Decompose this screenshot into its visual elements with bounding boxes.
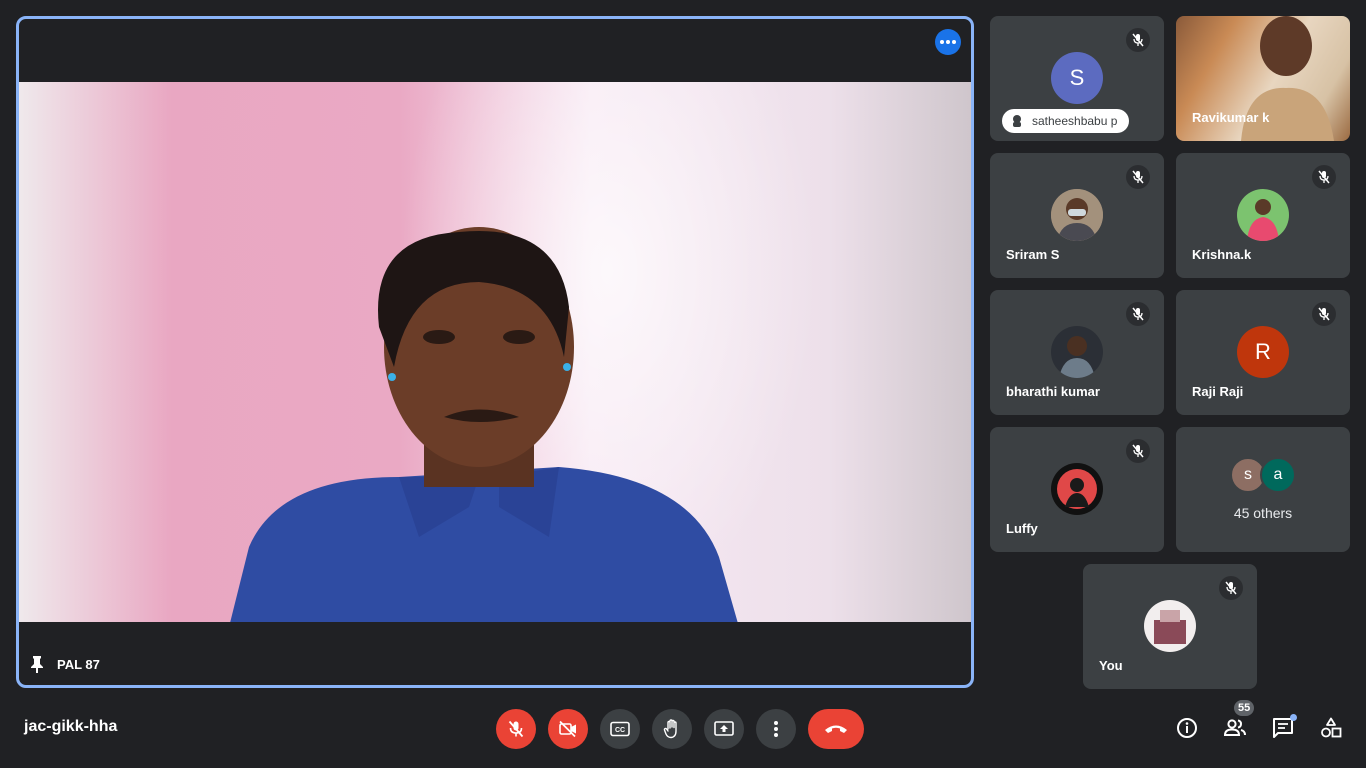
main-speaker-tile[interactable]: PAL 87 <box>16 16 974 688</box>
participant-name-chip: satheeshbabu p <box>1002 109 1130 133</box>
main-speaker-label: PAL 87 <box>29 655 100 673</box>
microphone-toggle-button[interactable] <box>496 709 536 749</box>
presenter-icon <box>1013 115 1021 127</box>
participant-tile[interactable]: Krishna.k <box>1176 153 1350 278</box>
others-tile[interactable]: s a 45 others <box>1176 427 1350 552</box>
mic-off-icon <box>1219 576 1243 600</box>
avatar <box>1051 189 1103 241</box>
participant-tile[interactable]: Ravikumar k <box>1176 16 1350 141</box>
mic-off-icon <box>1126 28 1150 52</box>
captions-icon: CC <box>610 721 630 737</box>
participant-name: Sriram S <box>1006 247 1060 262</box>
raise-hand-button[interactable] <box>652 709 692 749</box>
mic-off-icon <box>508 720 524 738</box>
more-options-icon[interactable] <box>935 29 961 55</box>
meeting-tools: 55 <box>1174 700 1344 748</box>
self-tile[interactable]: You <box>1083 564 1257 689</box>
avatar: a <box>1260 457 1296 493</box>
captions-button[interactable]: CC <box>600 709 640 749</box>
meeting-code: jac-gikk-hha <box>24 718 118 735</box>
participant-name: bharathi kumar <box>1006 384 1100 399</box>
speaker-figure <box>230 227 738 622</box>
present-screen-button[interactable] <box>704 709 744 749</box>
participant-tile[interactable]: bharathi kumar <box>990 290 1164 415</box>
mic-off-icon <box>1312 302 1336 326</box>
mic-off-icon <box>1126 439 1150 463</box>
hang-up-icon <box>825 725 847 733</box>
participant-name: Krishna.k <box>1192 247 1252 262</box>
participant-tile[interactable]: Luffy <box>990 427 1164 552</box>
participant-name: Luffy <box>1006 521 1038 536</box>
mic-off-icon <box>1312 165 1336 189</box>
mic-off-icon <box>1126 165 1150 189</box>
participant-tile[interactable]: S satheeshbabu p <box>990 16 1164 141</box>
avatar <box>1237 189 1289 241</box>
avatar <box>1051 326 1103 378</box>
unread-indicator <box>1290 714 1297 721</box>
present-screen-icon <box>714 721 734 736</box>
avatar: S <box>1051 52 1103 104</box>
participant-name: Raji Raji <box>1192 384 1244 399</box>
camera-toggle-button[interactable] <box>548 709 588 749</box>
svg-text:CC: CC <box>615 727 625 734</box>
more-vert-icon <box>774 721 778 737</box>
people-icon <box>1223 719 1246 736</box>
people-button[interactable]: 55 <box>1222 700 1255 748</box>
call-controls: CC <box>496 709 864 749</box>
leave-call-button[interactable] <box>808 709 864 749</box>
pin-icon[interactable] <box>29 655 45 673</box>
participant-name: You <box>1099 658 1123 673</box>
participant-name: Ravikumar k <box>1192 110 1270 125</box>
more-options-button[interactable] <box>756 709 796 749</box>
chat-button[interactable] <box>1270 708 1297 748</box>
raise-hand-icon <box>663 719 677 739</box>
avatar <box>1144 600 1196 652</box>
participant-tile[interactable]: Sriram S <box>990 153 1164 278</box>
activities-button[interactable] <box>1318 708 1344 748</box>
main-speaker-name: PAL 87 <box>57 656 100 672</box>
meeting-details-button[interactable] <box>1174 708 1200 748</box>
activities-icon <box>1321 717 1342 738</box>
info-icon <box>1177 718 1197 738</box>
avatar <box>1051 463 1103 515</box>
camera-off-icon <box>559 720 576 738</box>
mic-off-icon <box>1126 302 1150 326</box>
participant-count-badge: 55 <box>1234 700 1255 716</box>
participant-tile[interactable]: R Raji Raji <box>1176 290 1350 415</box>
main-speaker-video <box>19 82 971 622</box>
avatar: R <box>1237 326 1289 378</box>
others-count-label: 45 others <box>1233 505 1293 521</box>
